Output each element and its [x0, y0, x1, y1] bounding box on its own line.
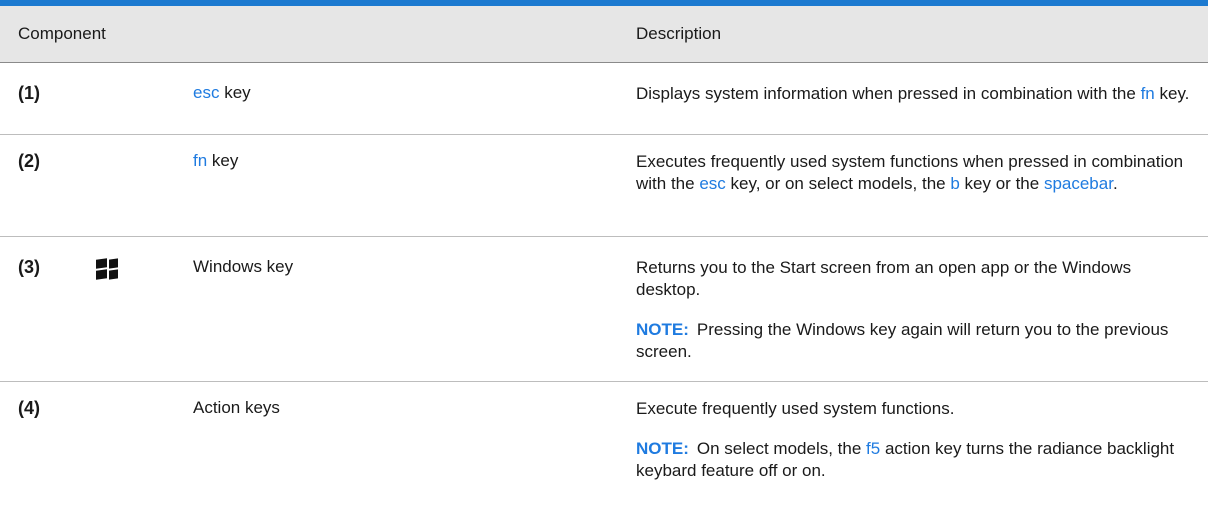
name-text: key	[207, 151, 239, 170]
desc-text: key, or on select models, the	[725, 174, 951, 193]
component-description: Execute frequently used system functions…	[636, 398, 1196, 482]
component-description: Returns you to the Start screen from an …	[636, 257, 1196, 363]
note-text: On select models, the	[696, 439, 867, 458]
row-number: (2)	[18, 151, 40, 171]
note-label: NOTE:	[636, 439, 689, 458]
note-text: Pressing the Windows key again will retu…	[636, 320, 1169, 361]
table-row: (2) fn key Executes frequently used syst…	[0, 135, 1208, 237]
row-number: (3)	[18, 257, 40, 277]
desc-text: Returns you to the Start screen from an …	[636, 258, 1132, 299]
component-name: Windows key	[193, 257, 294, 276]
component-description: Displays system information when pressed…	[636, 83, 1196, 105]
row-number: (4)	[18, 398, 40, 418]
desc-text: key.	[1154, 84, 1190, 103]
component-table: Component Description (1) esc key Displa…	[0, 0, 1208, 518]
keyword: b	[950, 174, 960, 193]
table-row: (4) Action keys Execute frequently used …	[0, 382, 1208, 518]
keyword: esc	[193, 83, 220, 102]
table-row: (1) esc key Displays system information …	[0, 63, 1208, 135]
component-name: fn key	[193, 151, 238, 171]
component-name: esc key	[193, 83, 251, 103]
desc-text: key or the	[959, 174, 1044, 193]
windows-logo-icon	[96, 258, 118, 280]
keyword: spacebar	[1043, 174, 1113, 193]
component-name: Action keys	[193, 398, 280, 417]
header-description: Description	[636, 24, 722, 43]
desc-text: Execute frequently used system functions…	[636, 399, 955, 418]
note: NOTE: On select models, the f5 action key…	[636, 438, 1196, 482]
table-row: (3) Windows key Returns you to the Start…	[0, 237, 1208, 382]
note-label: NOTE:	[636, 320, 689, 339]
note: NOTE: Pressing the Windows key again will…	[636, 319, 1196, 363]
keyword: esc	[699, 174, 726, 193]
table-header: Component Description	[0, 6, 1208, 63]
component-description: Executes frequently used system function…	[636, 151, 1196, 195]
keyword: f5	[866, 439, 881, 458]
keyword: fn	[193, 151, 208, 170]
name-text: key	[219, 83, 251, 102]
desc-text: Displays system information when pressed…	[636, 84, 1141, 103]
desc-text: .	[1112, 174, 1118, 193]
header-component: Component	[18, 24, 106, 43]
keyword: fn	[1140, 84, 1155, 103]
row-number: (1)	[18, 83, 40, 103]
